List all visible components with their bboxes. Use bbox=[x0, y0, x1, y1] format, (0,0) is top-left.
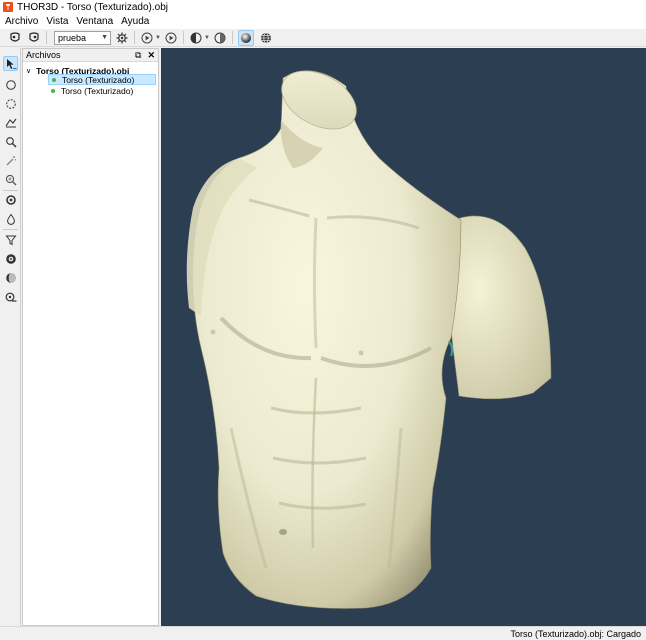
play-icon[interactable] bbox=[140, 31, 154, 45]
contrast-dropdown-icon[interactable]: ▼ bbox=[204, 35, 210, 41]
brush-select-icon[interactable] bbox=[3, 115, 18, 130]
drop-icon[interactable] bbox=[3, 211, 18, 226]
gear-icon[interactable] bbox=[115, 31, 129, 45]
toolbar-separator bbox=[46, 31, 47, 44]
main-toolbar: prueba ▼ ▼ ▼ bbox=[0, 29, 646, 47]
3d-viewport[interactable] bbox=[161, 48, 646, 626]
app-logo-icon bbox=[3, 2, 13, 12]
torso-model[interactable] bbox=[161, 48, 646, 626]
toolbar-separator bbox=[231, 31, 233, 44]
tool-separator bbox=[3, 190, 18, 191]
play-dropdown-icon[interactable]: ▼ bbox=[155, 35, 161, 41]
wand-icon[interactable] bbox=[3, 153, 18, 168]
chevron-down-icon[interactable]: ∨ bbox=[26, 67, 31, 75]
target-icon[interactable] bbox=[3, 192, 18, 207]
lasso-select-icon[interactable] bbox=[3, 96, 18, 111]
tree-child-item[interactable]: Torso (Texturizado) bbox=[48, 85, 156, 96]
visibility-dot-icon[interactable] bbox=[52, 77, 56, 82]
menu-vista[interactable]: Vista bbox=[45, 16, 73, 27]
chevron-down-icon: ▼ bbox=[101, 34, 108, 41]
measure-icon[interactable] bbox=[3, 289, 18, 304]
zoom-region-icon[interactable] bbox=[3, 172, 18, 187]
menu-archivo[interactable]: Archivo bbox=[4, 16, 43, 27]
close-icon[interactable]: ✕ bbox=[147, 50, 155, 61]
contrast-icon[interactable] bbox=[189, 31, 203, 45]
title-bar: THOR3D - Torso (Texturizado).obj bbox=[0, 0, 646, 14]
tree-child-label: Torso (Texturizado) bbox=[61, 85, 134, 96]
zoom-select-icon[interactable] bbox=[3, 134, 18, 149]
visibility-dot-icon[interactable] bbox=[51, 88, 55, 93]
tree-child-item[interactable]: Torso (Texturizado) bbox=[48, 74, 156, 85]
solid-shading-icon[interactable] bbox=[237, 29, 254, 46]
toolbar-separator bbox=[182, 31, 184, 44]
menu-ayuda[interactable]: Ayuda bbox=[120, 16, 154, 27]
globe-icon[interactable] bbox=[3, 270, 18, 285]
window-title: THOR3D - Torso (Texturizado).obj bbox=[17, 1, 168, 13]
tool-separator bbox=[3, 229, 18, 230]
settings-target-icon[interactable] bbox=[3, 251, 18, 266]
files-panel: Archivos ⧉ ✕ ∨ Torso (Texturizado).obj T… bbox=[22, 48, 159, 626]
play-step-icon[interactable] bbox=[164, 31, 178, 45]
profile-select-value: prueba bbox=[58, 32, 87, 43]
circle-select-icon[interactable] bbox=[3, 77, 18, 92]
toolbar-separator bbox=[134, 31, 135, 44]
status-text: Torso (Texturizado).obj: Cargado bbox=[510, 629, 641, 639]
files-panel-title: Archivos bbox=[26, 50, 61, 60]
tree-child-label: Torso (Texturizado) bbox=[62, 74, 135, 85]
filter-icon[interactable] bbox=[3, 232, 18, 247]
texture-sphere-icon[interactable] bbox=[259, 31, 273, 45]
files-panel-header: Archivos ⧉ ✕ bbox=[23, 49, 158, 62]
undock-icon[interactable]: ⧉ bbox=[135, 50, 141, 61]
status-bar: Torso (Texturizado).obj: Cargado bbox=[0, 626, 646, 640]
menu-bar: Archivo Vista Ventana Ayuda bbox=[0, 14, 646, 29]
left-tool-strip bbox=[0, 48, 21, 626]
select-cursor-icon[interactable] bbox=[3, 56, 18, 71]
profile-select[interactable]: prueba ▼ bbox=[54, 30, 111, 45]
shading-half-icon[interactable] bbox=[213, 31, 227, 45]
scan-right-icon[interactable] bbox=[27, 31, 41, 45]
menu-ventana[interactable]: Ventana bbox=[75, 16, 118, 27]
scan-left-icon[interactable] bbox=[8, 31, 22, 45]
